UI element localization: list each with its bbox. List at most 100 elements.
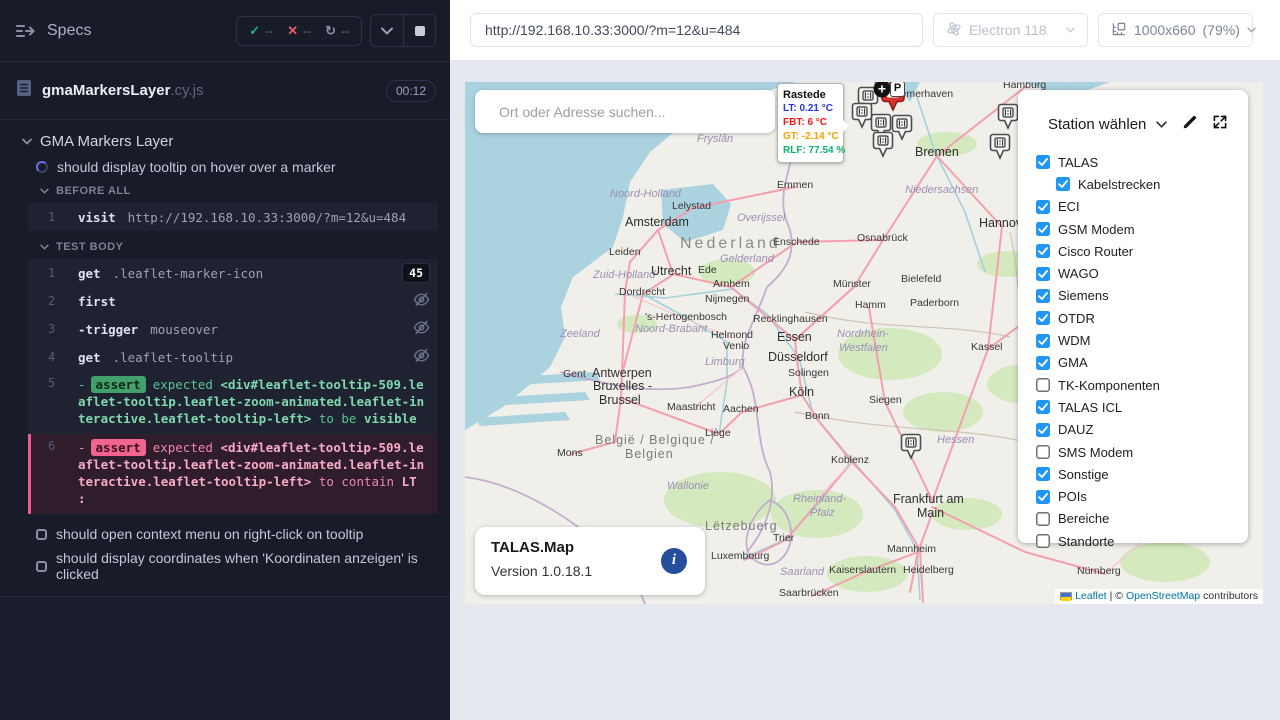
pending-test-row[interactable]: should display coordinates when 'Koordin… <box>12 546 438 586</box>
edit-pencil-icon[interactable] <box>1182 114 1198 135</box>
fullscreen-expand-icon[interactable] <box>1212 114 1228 135</box>
checkbox-checked-icon[interactable] <box>1036 334 1050 348</box>
checkbox-unchecked-icon[interactable] <box>1036 512 1050 526</box>
layer-label: POIs <box>1058 489 1087 504</box>
url-input[interactable] <box>470 13 923 47</box>
map-label: Brussel <box>599 393 641 407</box>
checkbox-checked-icon[interactable] <box>1036 423 1050 437</box>
command-row[interactable]: 6-assertexpected <div#leaflet-tooltip-50… <box>28 434 438 514</box>
command-row[interactable]: 4get.leaflet-tooltip <box>28 343 438 371</box>
before-all-header[interactable]: BEFORE ALL <box>12 179 438 201</box>
layer-checkbox-gsm-modem[interactable]: GSM Modem <box>1036 218 1248 240</box>
info-icon[interactable]: i <box>661 548 687 574</box>
command-row[interactable]: 1visithttp://192.168.10.33:3000/?m=12&u=… <box>28 203 438 231</box>
layer-checkbox-wdm[interactable]: WDM <box>1036 329 1248 351</box>
browser-selector[interactable]: Electron 118 <box>933 13 1088 47</box>
chevron-down-icon[interactable] <box>1156 121 1167 128</box>
layer-label: TK-Komponenten <box>1058 378 1160 393</box>
command-row[interactable]: 1get.leaflet-marker-icon45 <box>28 259 438 287</box>
osm-link[interactable]: OpenStreetMap <box>1126 590 1200 602</box>
layer-checkbox-sms-modem[interactable]: SMS Modem <box>1036 441 1248 463</box>
map-label: Koblenz <box>831 454 869 466</box>
checkbox-unchecked-icon[interactable] <box>1036 534 1050 548</box>
map-label: Münster <box>833 278 871 290</box>
tooltip-measurement: FBT: 6 °C <box>783 116 838 130</box>
checkbox-checked-icon[interactable] <box>1056 177 1070 191</box>
checkbox-checked-icon[interactable] <box>1036 267 1050 281</box>
checkbox-checked-icon[interactable] <box>1036 289 1050 303</box>
map-search-box <box>475 90 775 133</box>
command-row[interactable]: 2first <box>28 287 438 315</box>
map-label: Bielefeld <box>901 273 941 285</box>
collapse-all-button[interactable] <box>370 14 403 47</box>
test-body-header[interactable]: TEST BODY <box>12 235 438 257</box>
checkbox-checked-icon[interactable] <box>1036 200 1050 214</box>
map-label: Siegen <box>869 394 902 406</box>
layer-checkbox-pois[interactable]: POIs <box>1036 485 1248 507</box>
active-test-row[interactable]: should display tooltip on hover over a m… <box>12 155 438 179</box>
command-row[interactable]: 5-assertexpected <div#leaflet-tooltip-50… <box>28 371 438 434</box>
map-label: Mannheim <box>887 543 936 555</box>
map-label: Düsseldorf <box>768 350 828 364</box>
layer-checkbox-bereiche[interactable]: Bereiche <box>1036 508 1248 530</box>
layer-checkbox-otdr[interactable]: OTDR <box>1036 307 1248 329</box>
layer-checkbox-siemens[interactable]: Siemens <box>1036 285 1248 307</box>
layer-checkbox-talas-icl[interactable]: TALAS ICL <box>1036 396 1248 418</box>
leaflet-link[interactable]: Leaflet <box>1075 590 1107 602</box>
specs-menu-icon[interactable] <box>16 23 35 39</box>
map-label: Luxembourg <box>711 550 770 562</box>
layer-checkbox-wago[interactable]: WAGO <box>1036 262 1248 284</box>
spec-file-row[interactable]: gmaMarkersLayer.cy.js 00:12 <box>0 62 450 120</box>
checkbox-checked-icon[interactable] <box>1036 311 1050 325</box>
leaflet-tooltip[interactable]: Rastede LT: 0.21 °CFBT: 6 °CGT: -2.14 °C… <box>777 83 844 163</box>
viewport-selector[interactable]: 1000x660 (79%) <box>1098 13 1253 47</box>
layer-checkbox-tk-komponenten[interactable]: TK-Komponenten <box>1036 374 1248 396</box>
layer-checkbox-eci[interactable]: ECI <box>1036 196 1248 218</box>
station-marker-icon[interactable] <box>900 433 922 465</box>
pending-test-row[interactable]: should open context menu on right-click … <box>12 522 438 546</box>
layer-checkbox-sonstige[interactable]: Sonstige <box>1036 463 1248 485</box>
checkbox-checked-icon[interactable] <box>1036 222 1050 236</box>
stat-pending: ↻-- <box>325 23 349 39</box>
layer-checkbox-gma[interactable]: GMA <box>1036 352 1248 374</box>
map-label: Köln <box>789 385 814 399</box>
test-reporter: GMA Markers Layer should display tooltip… <box>0 120 450 586</box>
checkbox-checked-icon[interactable] <box>1036 467 1050 481</box>
layer-checkbox-talas[interactable]: TALAS <box>1036 151 1248 173</box>
layer-checkbox-cisco-router[interactable]: Cisco Router <box>1036 240 1248 262</box>
layer-checkbox-kabelstrecken[interactable]: Kabelstrecken <box>1056 173 1248 195</box>
checkbox-unchecked-icon[interactable] <box>1036 378 1050 392</box>
map-label: Lelystad <box>672 200 711 212</box>
map-label: Nordrhein- <box>837 328 889 340</box>
layer-label: GMA <box>1058 355 1088 370</box>
command-row[interactable]: 3-triggermouseover <box>28 315 438 343</box>
aut-stage: Electron 118 1000x660 (79%) <box>450 0 1280 720</box>
checkbox-unchecked-icon[interactable] <box>1036 445 1050 459</box>
chevron-down-icon <box>1247 27 1256 33</box>
station-marker-icon[interactable] <box>997 103 1019 135</box>
layer-checkbox-dauz[interactable]: DAUZ <box>1036 419 1248 441</box>
map-label: Rheinland- <box>793 493 847 505</box>
map-label: Heidelberg <box>903 564 954 576</box>
checkbox-checked-icon[interactable] <box>1036 356 1050 370</box>
layer-label: ECI <box>1058 199 1080 214</box>
checkbox-checked-icon[interactable] <box>1036 244 1050 258</box>
stop-button[interactable] <box>403 14 436 47</box>
chevron-down-icon <box>40 188 49 194</box>
search-input[interactable] <box>475 104 775 120</box>
station-marker-icon[interactable] <box>891 114 913 146</box>
checkbox-checked-icon[interactable] <box>1036 490 1050 504</box>
checkbox-checked-icon[interactable] <box>1036 155 1050 169</box>
parking-icon[interactable]: P <box>890 82 905 97</box>
suite-row[interactable]: GMA Markers Layer <box>12 128 438 155</box>
stop-icon <box>415 26 425 36</box>
layer-label: Siemens <box>1058 288 1109 303</box>
layer-checkbox-standorte[interactable]: Standorte <box>1036 530 1248 552</box>
station-select-label[interactable]: Station wählen <box>1048 116 1146 133</box>
leaflet-map[interactable]: NederlandBelgië / Belgique /BelgienLëtze… <box>465 82 1263 604</box>
checkbox-checked-icon[interactable] <box>1036 400 1050 414</box>
station-marker-icon[interactable] <box>872 131 894 163</box>
station-marker-icon[interactable] <box>989 133 1011 165</box>
tooltip-values: LT: 0.21 °CFBT: 6 °CGT: -2.14 °CRLF: 77.… <box>783 102 838 158</box>
layer-checkbox-list: TALASKabelstrecken ECI GSM ModemCisco Rout… <box>1018 147 1248 552</box>
